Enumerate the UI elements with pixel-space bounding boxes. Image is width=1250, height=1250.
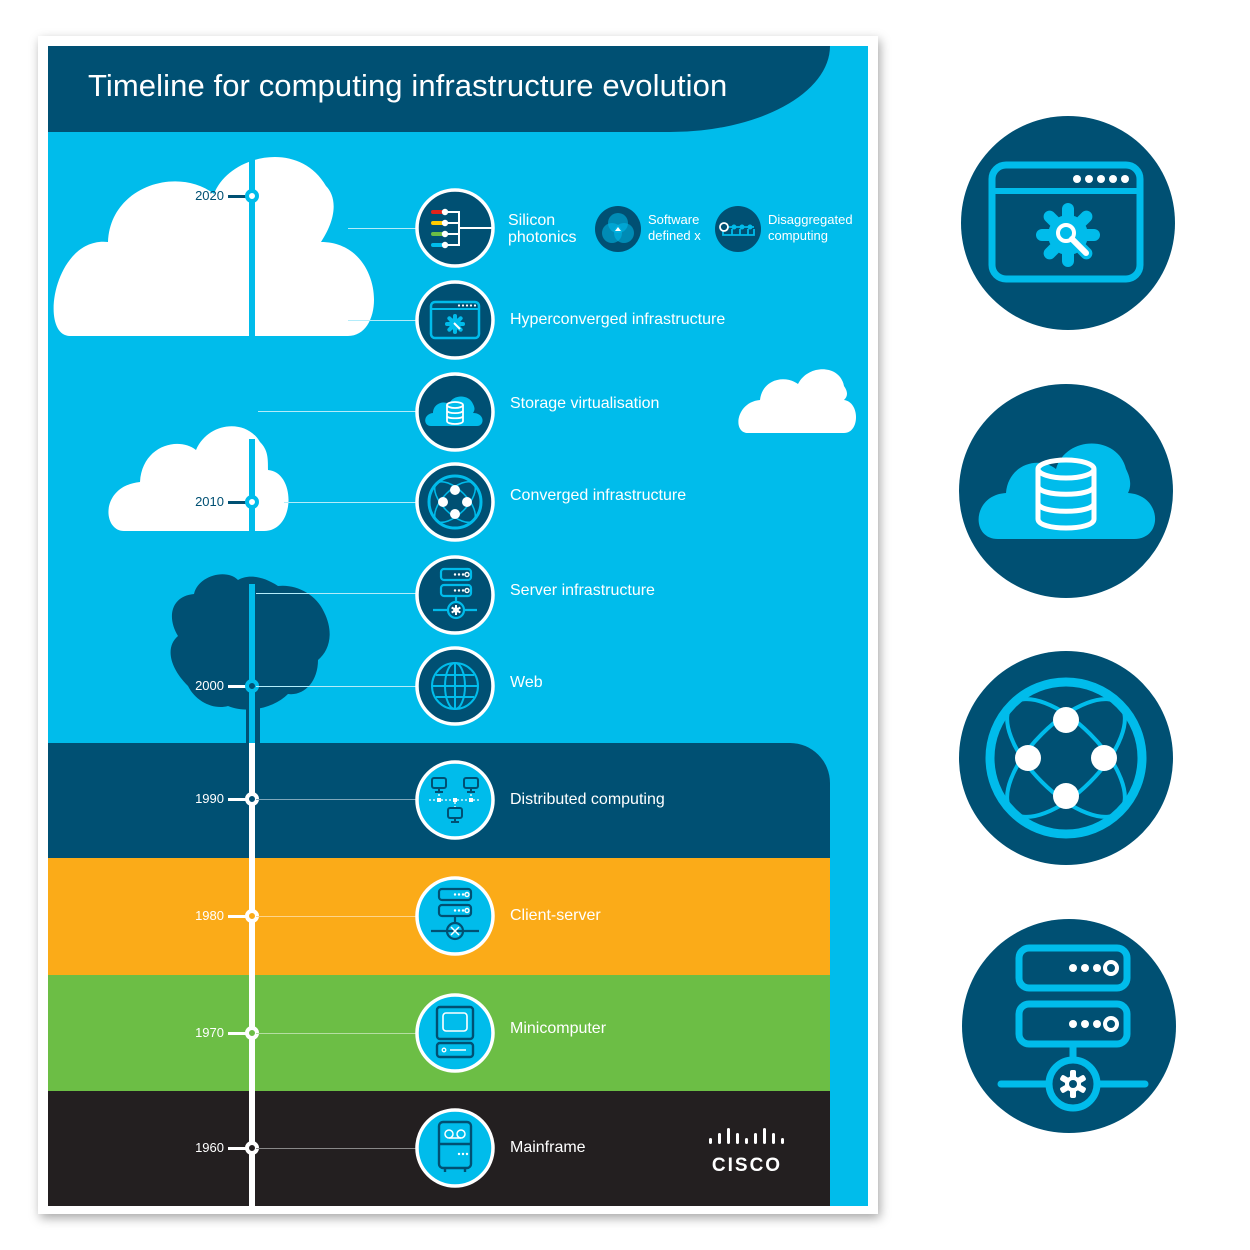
year-label-1960: 1960 (195, 1140, 224, 1155)
year-label-1990: 1990 (195, 791, 224, 806)
timeline-node-2010 (245, 495, 259, 509)
connector-line (256, 686, 418, 687)
label-line: Disaggregated (768, 212, 853, 227)
side-storage-cloud-icon (959, 384, 1173, 598)
milestone-label-converged: Converged infrastructure (510, 487, 687, 504)
server-infrastructure-icon (415, 555, 495, 635)
silicon-photonics-icon (415, 188, 495, 268)
milestone-label-web: Web (510, 674, 543, 691)
distributed-computers-icon (415, 760, 495, 840)
side-hyperconverged-icon (961, 116, 1175, 330)
milestone-label-distributed: Distributed computing (510, 791, 665, 808)
label-line: Silicon (508, 212, 556, 229)
side-converged-network-icon (959, 651, 1173, 865)
cloud-2010 (108, 426, 289, 531)
year-label-1980: 1980 (195, 908, 224, 923)
connector-line (256, 1148, 418, 1149)
client-server-icon (415, 876, 495, 956)
milestone-label-mainframe: Mainframe (510, 1139, 586, 1156)
label-line: Software (648, 212, 700, 227)
cloud-2020 (53, 157, 375, 336)
connector-line (348, 228, 418, 229)
timeline-line (249, 743, 255, 1206)
venn-icon (595, 206, 641, 252)
storage-cloud-icon (415, 372, 495, 452)
mainframe-icon (415, 1108, 495, 1188)
year-label-2010: 2010 (195, 494, 224, 509)
year-label-2020: 2020 (195, 188, 224, 203)
label-line: photonics (508, 229, 577, 246)
milestone-label-hyperconverged: Hyperconverged infrastructure (510, 311, 726, 328)
connector-line (256, 916, 418, 917)
milestone-label-storage-virtualisation: Storage virtualisation (510, 395, 660, 412)
disaggregated-icon (715, 206, 761, 252)
milestone-label-silicon-photonics: Silicon photonics (508, 212, 577, 246)
milestone-label-minicomputer: Minicomputer (510, 1020, 607, 1037)
connector-line (258, 411, 418, 412)
timeline-node-2020 (245, 189, 259, 203)
extra-label-disaggregated: Disaggregated computing (768, 212, 853, 244)
connector-line (256, 593, 418, 594)
hyperconverged-icon (415, 280, 495, 360)
globe-icon (415, 646, 495, 726)
label-line: computing (768, 228, 828, 243)
milestone-label-client-server: Client-server (510, 907, 601, 924)
side-server-infrastructure-icon (962, 919, 1176, 1133)
cloud-small-right (738, 369, 856, 433)
cisco-wordmark: CISCO (711, 1155, 783, 1176)
converged-network-icon (415, 462, 495, 542)
extra-label-software-defined: Software defined x (648, 212, 701, 244)
minicomputer-icon (415, 993, 495, 1073)
label-line: defined x (648, 228, 701, 243)
cisco-bars-icon (709, 1128, 784, 1144)
connector-line (348, 320, 418, 321)
cisco-logo: CISCO (708, 1128, 790, 1177)
connector-line (256, 1033, 418, 1034)
infographic-poster: Timeline for computing infrastructure ev… (48, 46, 868, 1206)
milestone-label-server: Server infrastructure (510, 582, 655, 599)
connector-line (256, 799, 418, 800)
year-label-1970: 1970 (195, 1025, 224, 1040)
year-label-2000: 2000 (195, 678, 224, 693)
connector-line (284, 502, 418, 503)
